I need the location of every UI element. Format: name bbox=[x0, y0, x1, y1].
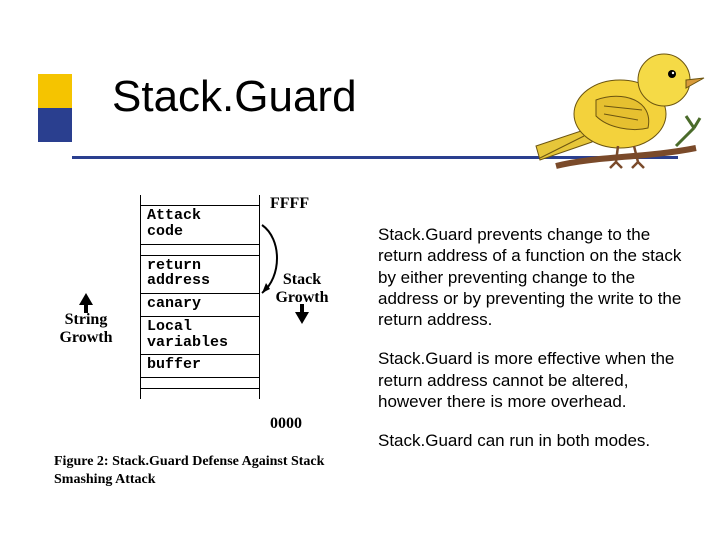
cell-local-vars: Local variables bbox=[141, 317, 259, 356]
stack-table: Attack code return address canary Local … bbox=[140, 195, 260, 399]
cell-text: variables bbox=[147, 334, 228, 351]
cell-text: return bbox=[147, 257, 201, 274]
string-growth-label: String Growth bbox=[52, 291, 120, 346]
figure-caption: Figure 2: Stack.Guard Defense Against St… bbox=[54, 453, 354, 488]
cell-text: address bbox=[147, 272, 210, 289]
accent-square-blue bbox=[38, 108, 72, 142]
string-growth-line1: String bbox=[65, 311, 108, 328]
paragraph-3: Stack.Guard can run in both modes. bbox=[378, 430, 688, 451]
cell-return-address: return address bbox=[141, 256, 259, 295]
cell-text: Local bbox=[147, 318, 192, 335]
addr-high: FFFF bbox=[270, 195, 309, 213]
cell-gap bbox=[141, 378, 259, 389]
caption-prefix: Figure 2: bbox=[54, 454, 109, 469]
paragraph-2: Stack.Guard is more effective when the r… bbox=[378, 348, 688, 412]
cell-text: Attack bbox=[147, 207, 201, 224]
stack-diagram: String Growth Stack Growth FFFF 0000 Att… bbox=[52, 195, 352, 475]
accent-square-yellow bbox=[38, 74, 72, 108]
cell-attack-code: Attack code bbox=[141, 205, 259, 245]
cell-text: code bbox=[147, 223, 183, 240]
cell-gap bbox=[141, 245, 259, 256]
addr-low: 0000 bbox=[270, 415, 302, 433]
paragraph-1: Stack.Guard prevents change to the retur… bbox=[378, 224, 688, 330]
stack-growth-line1: Stack bbox=[283, 271, 321, 288]
down-arrow-icon bbox=[293, 304, 311, 326]
attack-arrow-icon bbox=[258, 219, 284, 301]
cell-canary: canary bbox=[141, 294, 259, 317]
canary-bird-illustration bbox=[526, 8, 706, 188]
up-arrow-icon bbox=[77, 291, 95, 313]
body-text: Stack.Guard prevents change to the retur… bbox=[378, 224, 688, 469]
string-growth-line2: Growth bbox=[59, 329, 112, 346]
cell-buffer: buffer bbox=[141, 355, 259, 378]
slide-title: Stack.Guard bbox=[112, 72, 357, 122]
